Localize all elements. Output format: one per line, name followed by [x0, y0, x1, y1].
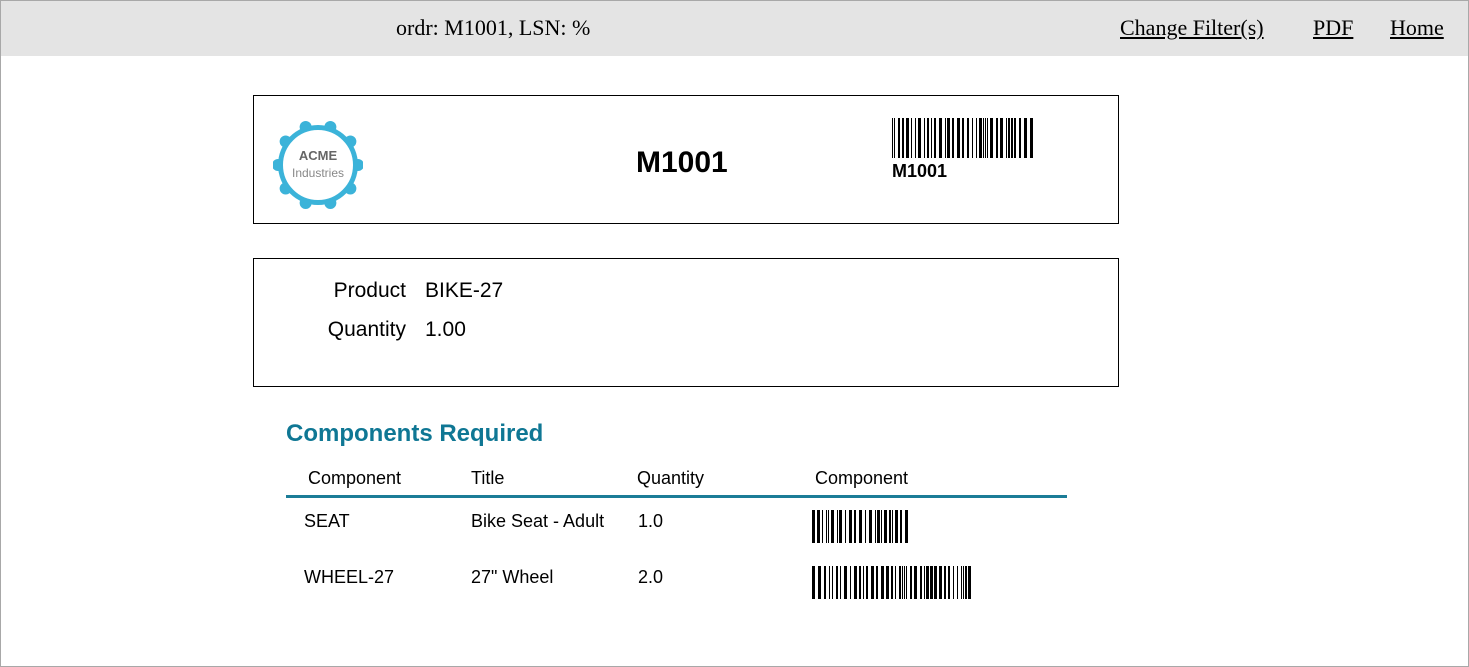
product-label: Product [333, 279, 406, 302]
filter-summary: ordr: M1001, LSN: % [396, 15, 591, 40]
pdf-link[interactable]: PDF [1313, 15, 1353, 41]
acme-gear-icon: ACME Industries [272, 120, 364, 210]
order-header: ACME Industries M1001 M1001 [253, 95, 1119, 224]
row-2-title: 27" Wheel [471, 567, 554, 587]
change-filters-link[interactable]: Change Filter(s) [1120, 15, 1264, 41]
acme-logo: ACME Industries [272, 120, 364, 210]
quantity-label: Quantity [327, 318, 406, 341]
row-1-title: Bike Seat - Adult [471, 511, 605, 531]
order-barcode [892, 118, 1033, 158]
column-header-component: Component [308, 468, 402, 488]
column-header-component-barcode: Component [815, 468, 909, 488]
order-number: M1001 [636, 146, 728, 179]
product-value: BIKE-27 [425, 279, 504, 302]
logo-text-line1: ACME [299, 148, 338, 163]
order-barcode-label: M1001 [892, 161, 948, 181]
quantity-value: 1.00 [425, 318, 466, 341]
home-link[interactable]: Home [1390, 15, 1444, 41]
column-header-title: Title [471, 468, 505, 488]
row-1-quantity: 1.0 [638, 511, 664, 531]
top-bar: ordr: M1001, LSN: % Change Filter(s) PDF… [1, 1, 1468, 56]
order-details: Product BIKE-27 Quantity 1.00 [253, 258, 1119, 387]
logo-text-line2: Industries [292, 166, 344, 180]
row-2-quantity: 2.0 [638, 567, 664, 587]
components-title: Components Required [286, 420, 544, 447]
column-header-quantity: Quantity [637, 468, 705, 488]
row-1-barcode [812, 510, 908, 543]
table-header-rule [286, 495, 1067, 498]
row-2-barcode [812, 566, 971, 599]
row-1-component: SEAT [304, 511, 350, 531]
row-2-component: WHEEL-27 [304, 567, 395, 587]
